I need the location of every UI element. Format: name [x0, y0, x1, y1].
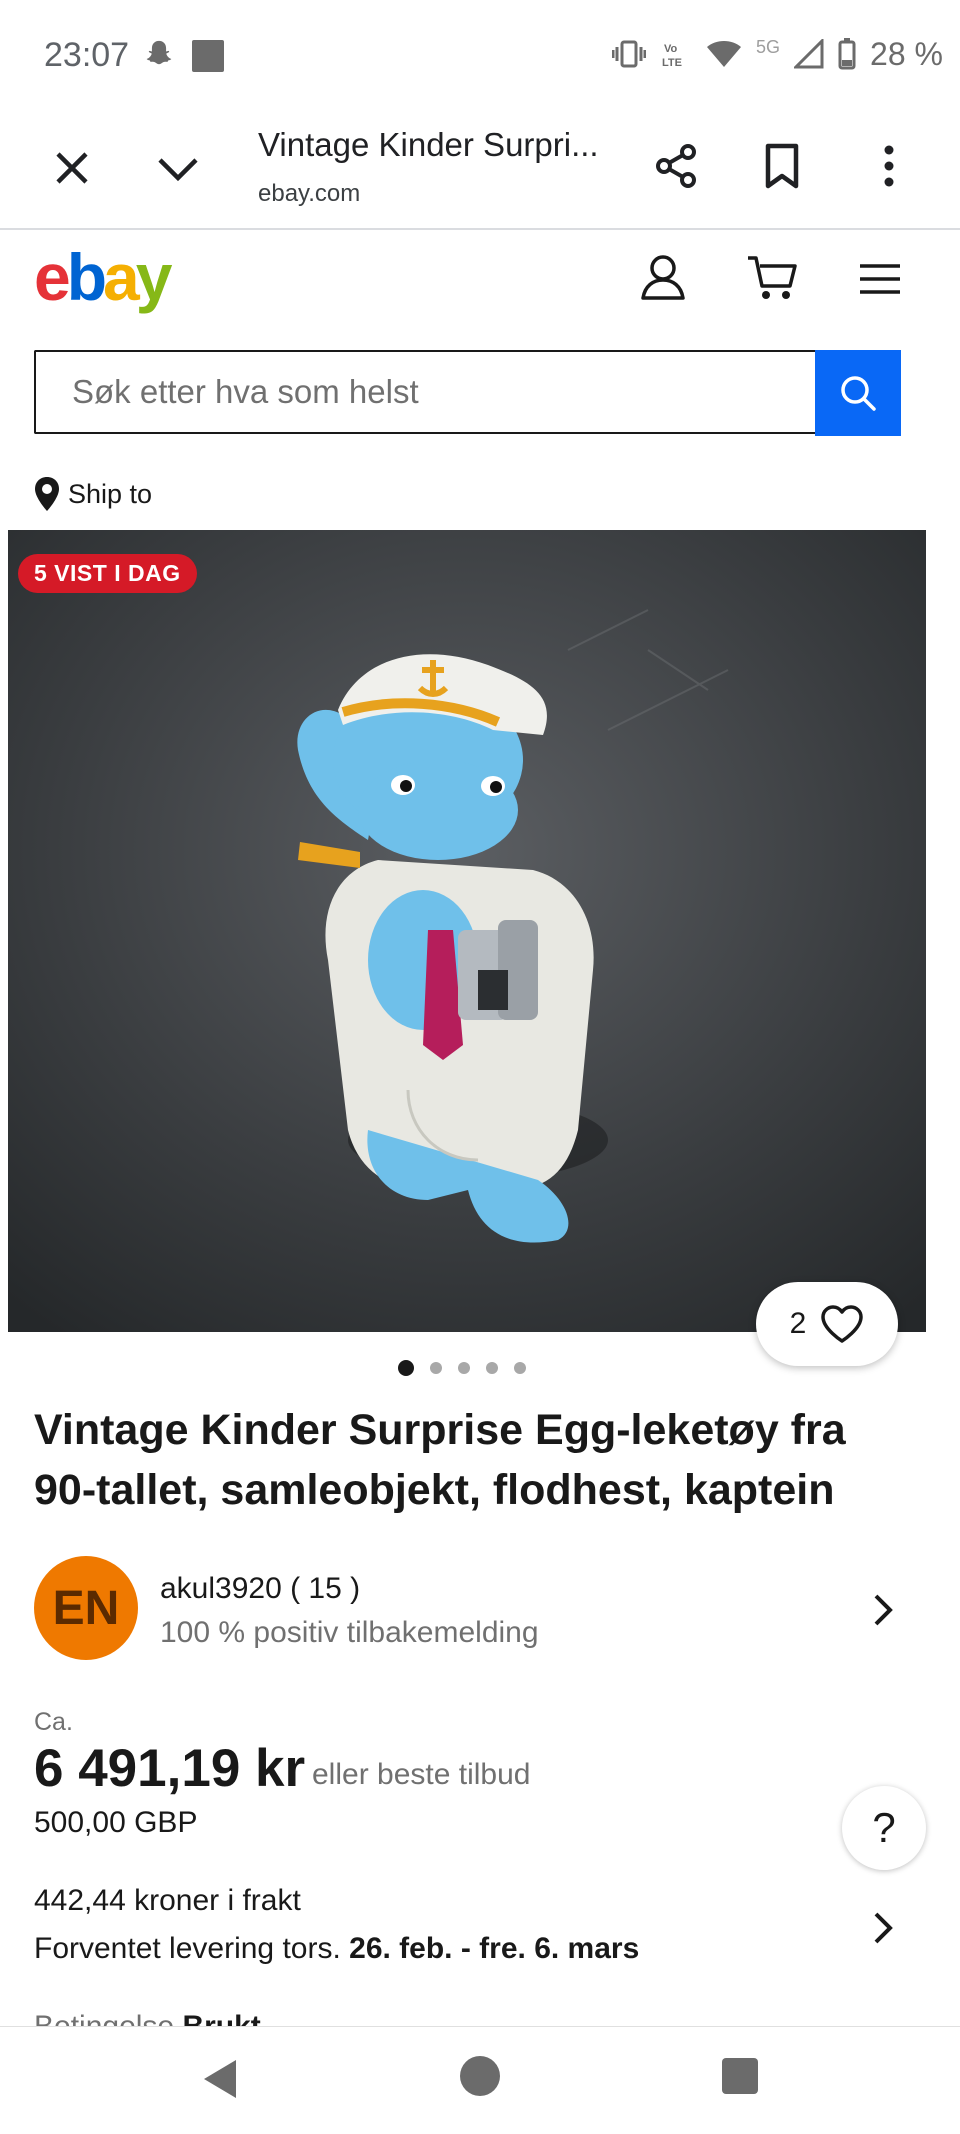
logo-letter-b: b	[66, 240, 107, 314]
search-box	[34, 350, 815, 434]
recent-apps-icon[interactable]	[722, 2058, 758, 2094]
page-url: ebay.com	[258, 180, 361, 207]
page-title: Vintage Kinder Surpri...	[258, 126, 598, 163]
search-icon	[841, 376, 876, 411]
battery-icon	[838, 38, 856, 70]
logo-letter-a: a	[103, 240, 140, 314]
vibrate-icon	[612, 40, 646, 68]
ebay-logo[interactable]: ebay	[34, 240, 173, 314]
shipping-cost: 442,44 kroner i frakt	[34, 1884, 301, 1917]
watchers-count: 2	[789, 1307, 807, 1340]
pagination-dot-4[interactable]	[486, 1362, 498, 1374]
bookmark-icon[interactable]	[760, 142, 804, 190]
ship-to-label: Ship to	[68, 478, 153, 509]
status-time: 23:07	[44, 36, 130, 74]
network-type: 5G	[756, 36, 781, 57]
location-pin-icon	[35, 477, 59, 511]
search-button[interactable]	[815, 350, 901, 436]
signal-icon	[794, 39, 824, 69]
close-icon[interactable]	[50, 146, 94, 190]
best-offer-label: eller beste tilbud	[312, 1758, 531, 1791]
cart-icon[interactable]	[746, 252, 798, 302]
pagination-dot-1[interactable]	[398, 1360, 414, 1376]
seller-name[interactable]: akul3920 ( 15 )	[160, 1572, 360, 1606]
hamburger-menu-icon[interactable]	[858, 262, 902, 296]
snapchat-notification-icon	[146, 40, 172, 65]
image-pagination	[398, 1360, 526, 1376]
price-prefix: Ca.	[34, 1708, 73, 1736]
original-price: 500,00 GBP	[34, 1806, 198, 1839]
watch-button[interactable]: 2	[756, 1282, 898, 1366]
logo-letter-e: e	[34, 240, 71, 314]
delivery-label: Forventet levering tors.	[34, 1932, 341, 1965]
svg-text:LTE: LTE	[662, 57, 682, 69]
chevron-right-icon[interactable]	[870, 1590, 898, 1630]
chevron-down-icon[interactable]	[156, 146, 200, 190]
profile-icon[interactable]	[640, 252, 686, 302]
volte-icon: Vo LTE	[662, 43, 682, 69]
system-icons: Vo LTE 5G 28 %	[612, 34, 943, 74]
seller-feedback: 100 % positiv tilbakemelding	[160, 1616, 539, 1649]
battery-percent: 28 %	[870, 35, 943, 72]
help-button[interactable]: ?	[842, 1786, 926, 1870]
wifi-icon	[707, 41, 741, 67]
search-input[interactable]	[36, 352, 815, 432]
hippo-figurine-image	[8, 530, 926, 1332]
ship-to-link[interactable]: Ship to	[34, 476, 152, 512]
delivery-dates: 26. feb. - fre. 6. mars	[349, 1932, 640, 1965]
home-icon[interactable]	[460, 2056, 500, 2096]
pagination-dot-3[interactable]	[458, 1362, 470, 1374]
pagination-dot-5[interactable]	[514, 1362, 526, 1374]
more-vertical-icon[interactable]	[876, 142, 902, 190]
price: 6 491,19 kr	[34, 1739, 306, 1798]
views-today-badge: 5 VIST I DAG	[18, 554, 197, 593]
seller-avatar[interactable]: EN	[34, 1556, 138, 1660]
notification-square-icon	[192, 40, 224, 72]
back-icon[interactable]	[200, 2056, 240, 2102]
item-title: Vintage Kinder Surprise Egg-leketøy fra …	[34, 1406, 846, 1514]
heart-icon	[821, 1305, 864, 1343]
product-image[interactable]	[8, 530, 926, 1332]
logo-letter-y: y	[135, 240, 173, 314]
chevron-right-icon[interactable]	[870, 1908, 898, 1948]
svg-text:Vo: Vo	[664, 43, 678, 55]
pagination-dot-2[interactable]	[430, 1362, 442, 1374]
delivery-estimate: Forventet levering tors. 26. feb. - fre.…	[34, 1932, 639, 1966]
share-icon[interactable]	[652, 142, 700, 190]
